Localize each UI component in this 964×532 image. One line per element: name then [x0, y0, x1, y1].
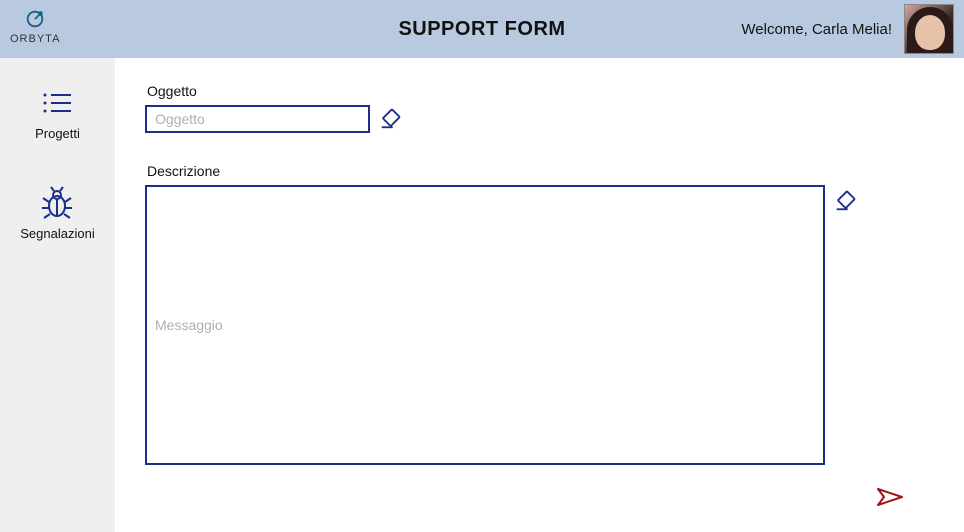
sidebar-item-label: Progetti [35, 126, 80, 141]
eraser-icon [379, 108, 401, 130]
clear-subject-button[interactable] [378, 107, 402, 131]
main: Oggetto Descrizione Messaggio [115, 58, 964, 532]
logo-text: ORBYTA [10, 33, 60, 45]
send-button[interactable] [876, 487, 904, 507]
list-icon [41, 86, 75, 120]
eraser-icon [834, 190, 856, 212]
subject-input[interactable] [145, 105, 370, 133]
logo: ORBYTA [10, 8, 60, 45]
sidebar-item-progetti[interactable]: Progetti [35, 86, 80, 141]
page-title: SUPPORT FORM [398, 18, 565, 41]
send-icon [876, 487, 904, 507]
subject-label: Oggetto [147, 83, 934, 99]
sidebar-item-segnalazioni[interactable]: Segnalazioni [20, 186, 94, 241]
description-label: Descrizione [147, 163, 934, 179]
sidebar: Progetti Segnalazioni [0, 58, 115, 532]
logo-icon [24, 8, 46, 35]
description-input[interactable] [145, 185, 825, 465]
avatar[interactable] [904, 4, 954, 54]
welcome-text: Welcome, Carla Melia! [741, 21, 892, 38]
bug-icon [40, 186, 74, 220]
clear-description-button[interactable] [833, 189, 857, 213]
sidebar-item-label: Segnalazioni [20, 226, 94, 241]
header: ORBYTA SUPPORT FORM Welcome, Carla Melia… [0, 0, 964, 58]
